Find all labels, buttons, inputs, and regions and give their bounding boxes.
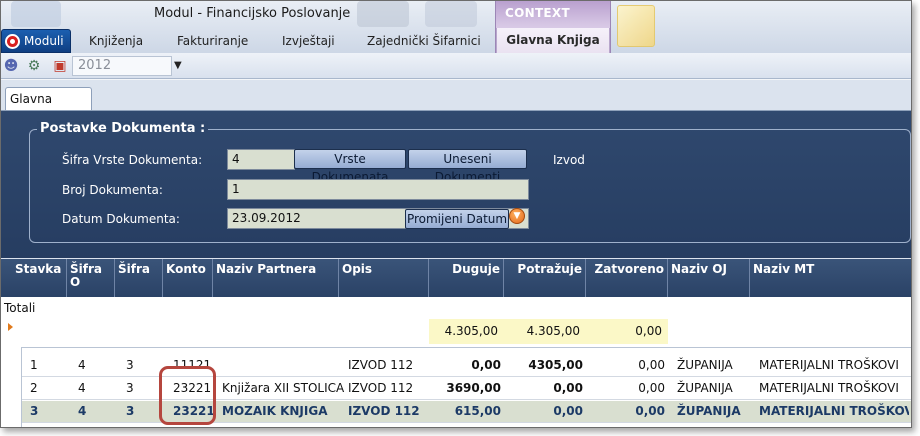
table-row[interactable]: 1 4 3 11121 IZVOD 112 0,00 4305,00 0,00 … bbox=[22, 355, 911, 377]
cell-sifra-o: 4 bbox=[78, 358, 86, 372]
application-window: Modul - Financijsko Poslovanje CONTEXT M… bbox=[0, 0, 912, 428]
cell-potrazuje: 0,00 bbox=[553, 381, 583, 395]
window-title: Modul - Financijsko Poslovanje bbox=[154, 6, 351, 21]
cell-duguje: 0,00 bbox=[471, 358, 501, 372]
cell-duguje: 615,00 bbox=[454, 404, 501, 418]
column-opis[interactable]: Opis bbox=[339, 259, 429, 297]
cell-stavka: 2 bbox=[30, 381, 38, 395]
ribbon: Modul - Financijsko Poslovanje CONTEXT M… bbox=[1, 1, 911, 53]
table-row[interactable]: 2 4 3 23221 Knjižara XII STOLICA IZVOD 1… bbox=[22, 378, 911, 400]
cell-duguje: 3690,00 bbox=[446, 381, 501, 395]
current-row-arrow-icon bbox=[8, 323, 13, 331]
blurred-icon bbox=[11, 1, 61, 27]
cell-sifra: 3 bbox=[126, 358, 134, 372]
tab-izvjestaji[interactable]: Izvještaji bbox=[276, 30, 341, 53]
total-potrazuje: 4.305,00 bbox=[504, 319, 586, 344]
cell-potrazuje: 4305,00 bbox=[528, 358, 583, 372]
promijeni-datum-button[interactable]: Promijeni Datum bbox=[405, 209, 509, 229]
cell-partner: MOZAIK KNJIGA bbox=[222, 404, 328, 418]
cell-zatvoreno: 0,00 bbox=[638, 358, 665, 372]
grid-body: Totali 4.305,00 4.305,00 0,00 1 4 3 1112… bbox=[1, 297, 911, 427]
grid-header: Stavka Šifra O Šifra Konto Naziv Partner… bbox=[1, 259, 911, 297]
table-row-selected[interactable]: 3 4 3 23221 MOZAIK KNJIGA IZVOD 112 615,… bbox=[22, 401, 911, 423]
column-sifra-o[interactable]: Šifra O bbox=[67, 259, 115, 297]
cell-oj: ŽUPANIJA bbox=[677, 404, 741, 418]
context-label: CONTEXT bbox=[505, 6, 570, 20]
broj-input[interactable]: 1 bbox=[227, 179, 529, 200]
moduli-menu-button[interactable]: Moduli bbox=[1, 29, 71, 53]
cell-stavka: 3 bbox=[30, 404, 39, 418]
cell-sifra-o: 4 bbox=[78, 404, 87, 418]
cell-partner: Knjižara XII STOLICA bbox=[222, 381, 345, 395]
blurred-icon bbox=[357, 1, 409, 27]
app-logo-icon bbox=[5, 34, 20, 49]
column-sifra[interactable]: Šifra bbox=[115, 259, 163, 297]
column-konto[interactable]: Konto bbox=[163, 259, 213, 297]
tab-knjizenja[interactable]: Knjiženja bbox=[83, 30, 149, 53]
vrste-dokumenata-button[interactable]: Vrste Dokumenata bbox=[294, 149, 406, 184]
cell-sifra: 3 bbox=[126, 404, 135, 418]
group-title: Postavke Dokumenta : bbox=[37, 121, 209, 136]
total-zatvoreno: 0,00 bbox=[586, 319, 668, 344]
calendar-icon[interactable]: ▣ bbox=[51, 57, 69, 75]
tab-glavna-knjiga-document[interactable]: Glavna knjiga bbox=[5, 87, 92, 128]
cell-mt: MATERIJALNI TROŠKOVI bbox=[759, 381, 899, 395]
rows-container: 1 4 3 11121 IZVOD 112 0,00 4305,00 0,00 … bbox=[21, 347, 911, 427]
gear-icon[interactable]: ⚙ bbox=[25, 57, 43, 75]
cell-opis: IZVOD 112 bbox=[348, 358, 414, 372]
cell-partner bbox=[222, 355, 346, 376]
broj-label: Broj Dokumenta: bbox=[62, 183, 163, 197]
sifra-input[interactable]: 4 bbox=[227, 149, 295, 170]
column-potrazuje[interactable]: Potražuje bbox=[504, 259, 586, 297]
datum-label: Datum Dokumenta: bbox=[62, 212, 180, 226]
total-duguje: 4.305,00 bbox=[429, 319, 504, 344]
cell-mt: MATERIJALNI TROŠKOVI bbox=[759, 358, 899, 372]
column-naziv-oj[interactable]: Naziv OJ bbox=[668, 259, 750, 297]
column-naziv-mt[interactable]: Naziv MT bbox=[750, 259, 911, 297]
tab-glavna-knjiga[interactable]: Glavna Knjiga bbox=[496, 28, 610, 53]
tab-zajednicki-sifarnici[interactable]: Zajednički Šifarnici bbox=[361, 30, 487, 53]
cell-opis: IZVOD 112 bbox=[348, 404, 420, 418]
date-dropdown-icon[interactable]: ▼ bbox=[509, 208, 525, 224]
uneseni-dokumenti-button[interactable]: Uneseni Dokumenti bbox=[408, 149, 527, 184]
cell-stavka: 1 bbox=[30, 358, 38, 372]
document-area: Glavna knjiga Postavke Dokumenta : Šifra… bbox=[1, 80, 911, 427]
year-select[interactable]: 2012 bbox=[72, 56, 172, 76]
cell-zatvoreno: 0,00 bbox=[638, 381, 665, 395]
cell-sifra-o: 4 bbox=[78, 381, 86, 395]
cell-zatvoreno: 0,00 bbox=[635, 404, 665, 418]
cell-oj: ŽUPANIJA bbox=[677, 381, 733, 395]
cell-sifra: 3 bbox=[126, 381, 134, 395]
column-stavka[interactable]: Stavka bbox=[1, 259, 67, 297]
totals-label: Totali bbox=[4, 301, 36, 315]
column-duguje[interactable]: Duguje bbox=[429, 259, 504, 297]
tab-fakturiranje[interactable]: Fakturiranje bbox=[171, 30, 254, 53]
moduli-label: Moduli bbox=[24, 34, 64, 48]
cell-opis: IZVOD 112 bbox=[348, 381, 414, 395]
column-zatvoreno[interactable]: Zatvoreno bbox=[586, 259, 668, 297]
sifra-label: Šifra Vrste Dokumenta: bbox=[62, 153, 203, 167]
document-type-name: Izvod bbox=[553, 153, 585, 167]
ribbon-tab-row: Moduli Knjiženja Fakturiranje Izvještaji… bbox=[1, 28, 911, 53]
cell-mt: MATERIJALNI TROŠKOVI bbox=[759, 404, 909, 418]
cell-oj: ŽUPANIJA bbox=[677, 358, 733, 372]
dropdown-arrow-icon[interactable]: ▼ bbox=[174, 56, 184, 76]
cell-potrazuje: 0,00 bbox=[553, 404, 583, 418]
user-icon[interactable]: ☻ bbox=[2, 57, 20, 75]
column-naziv-partnera[interactable]: Naziv Partnera bbox=[213, 259, 339, 297]
document-settings-panel: Postavke Dokumenta : Šifra Vrste Dokumen… bbox=[1, 110, 911, 258]
konto-highlight-annotation bbox=[159, 366, 216, 425]
blurred-icon bbox=[425, 1, 477, 27]
quick-access-toolbar: ☻ ⚙ ▣ 2012 ▼ bbox=[1, 53, 911, 79]
